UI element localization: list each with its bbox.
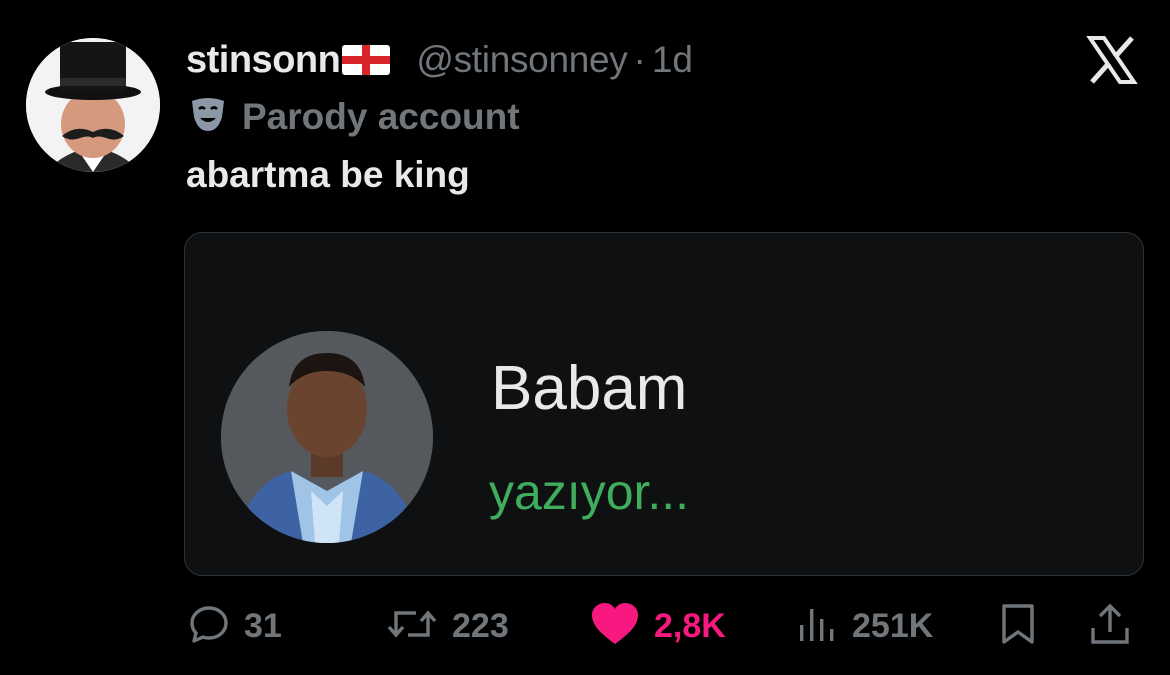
avatar-image <box>26 38 160 172</box>
contact-avatar <box>221 331 433 543</box>
parody-badge: Parody account <box>188 96 520 138</box>
reply-count: 31 <box>244 606 282 645</box>
reply-icon <box>188 603 230 650</box>
media-card[interactable]: Babam yazıyor... <box>184 232 1144 576</box>
separator-dot: · <box>633 39 646 80</box>
heart-icon <box>590 602 640 651</box>
author-avatar[interactable] <box>26 38 160 172</box>
typing-status: yazıyor... <box>489 464 690 520</box>
england-flag-icon <box>342 45 391 75</box>
display-name[interactable]: stinsonn <box>186 39 341 82</box>
bookmark-button[interactable] <box>998 590 1038 662</box>
bookmark-icon <box>998 602 1038 651</box>
reply-button[interactable]: 31 <box>188 590 282 662</box>
view-count: 251K <box>852 606 934 645</box>
theater-mask-icon <box>188 97 228 138</box>
share-button[interactable] <box>1088 590 1132 662</box>
action-bar: 31 223 2,8K 251K <box>0 590 1170 662</box>
parody-label: Parody account <box>242 96 520 137</box>
x-logo-icon[interactable] <box>1086 34 1138 86</box>
like-button[interactable]: 2,8K <box>590 590 726 662</box>
tweet-text: abartma be king <box>186 154 470 195</box>
repost-button[interactable]: 223 <box>386 590 509 662</box>
tweet-header: stinsonn @stinsonney · 1d <box>186 34 693 86</box>
user-handle[interactable]: @stinsonney <box>416 39 627 81</box>
like-count: 2,8K <box>654 606 726 645</box>
timestamp[interactable]: 1d <box>652 39 693 81</box>
views-button[interactable]: 251K <box>796 590 933 662</box>
contact-name: Babam <box>491 354 688 423</box>
repost-icon <box>386 603 438 650</box>
share-icon <box>1088 602 1132 651</box>
views-chart-icon <box>796 603 838 650</box>
repost-count: 223 <box>452 606 509 645</box>
